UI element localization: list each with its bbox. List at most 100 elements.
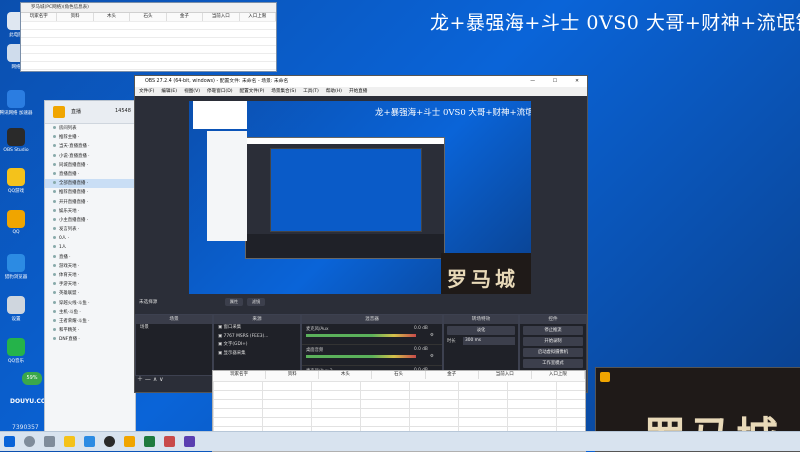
scene-item[interactable]: 场景 [136, 324, 212, 333]
column-header: 当前入口 [479, 371, 532, 379]
sidebar-item-label: 小说·直播直播 · [59, 153, 90, 159]
sidebar-header: 直播 14548 [45, 101, 135, 124]
obs-menu-item[interactable]: 视图(V) [184, 87, 200, 96]
sidebar-item[interactable]: 全部直播直播 · [45, 179, 135, 189]
sidebar-item[interactable]: 主机·斗鱼 · [45, 308, 135, 317]
sidebar-item[interactable]: 开开直播直播 · [45, 198, 135, 207]
sidebar-item[interactable]: 直播 · [45, 253, 135, 262]
obs-menu-item[interactable]: 配置文件(P) [240, 87, 265, 96]
desktop-icon[interactable]: QQ游戏 [0, 168, 34, 194]
control-button[interactable]: 停止推流 [523, 326, 583, 335]
transitions-panel-header: 转场特效 [444, 315, 518, 324]
player-info-window[interactable]: 罗马城(PC网络)(角色信息表) 玩家名字 资料 木头 石头 金子 当前入口 入口上限 [20, 2, 277, 72]
obs-menu-item[interactable]: 停靠窗口(D) [207, 87, 233, 96]
duration-label: 时长 [447, 339, 456, 344]
sidebar-item[interactable]: 0人 · [45, 234, 135, 243]
filters-button[interactable]: 滤镜 [247, 298, 265, 306]
browser-icon[interactable] [84, 436, 95, 447]
stream-banner-text: 龙+暴强海+斗士 0VS0 大哥+财神+流氓锅 [430, 12, 800, 34]
sidebar-item-label: 体育天地 · [59, 273, 80, 278]
obs-preview[interactable]: 龙+暴强海+斗士 0VS0 大哥+财神+流氓锅 罗马城 [189, 101, 531, 294]
mixer-track-level: 0.0 dB [414, 326, 428, 331]
source-item[interactable]: ▣ 显示器采集 [214, 350, 300, 359]
sidebar-item[interactable]: 房间列表 [45, 124, 135, 133]
obs-menu-item[interactable]: 文件(F) [139, 87, 154, 96]
control-button[interactable]: 工作室模式 [523, 359, 583, 368]
desktop-icon-label: QQ [12, 230, 20, 235]
desktop-icon[interactable]: 腾讯网络 加速器 [0, 90, 34, 116]
home-icon[interactable] [53, 106, 65, 118]
sidebar-item[interactable]: 推荐直播直播 · [45, 188, 135, 197]
sidebar-item[interactable]: 直播直播 · [45, 170, 135, 179]
obs-menu-item[interactable]: 编辑(E) [161, 87, 177, 96]
bullet-icon [53, 135, 56, 139]
sidebar-item[interactable]: 和平精英 · [45, 326, 135, 335]
source-item[interactable]: ▣ 7767 MSRS (FEE3)... [214, 333, 300, 342]
sidebar-item[interactable]: 推荐主播 · [45, 133, 135, 142]
control-button[interactable]: 开始录制 [523, 337, 583, 346]
sidebar-item[interactable]: 同城直播直播 · [45, 161, 135, 170]
source-label: 7767 MSRS (FEE3)... [223, 333, 269, 339]
obs-menu-item[interactable]: 开始直播 [349, 87, 367, 96]
desktop-icon[interactable]: QQ音乐 [0, 338, 34, 364]
desktop-icon[interactable]: 设置 [0, 296, 34, 322]
transition-select[interactable]: 淡化 [447, 326, 515, 335]
desktop-icon[interactable]: 猎豹浏览器 [0, 254, 34, 280]
controls-panel-header: 控件 [520, 315, 586, 324]
sidebar-item-label: 和平精英 · [59, 328, 80, 334]
sidebar-item[interactable]: 当天·直播直播 · [45, 142, 135, 151]
duration-input[interactable]: 300 ms [463, 337, 515, 345]
sidebar-item[interactable]: DNF直播 · [45, 335, 135, 344]
mixer-panel: 混音器 麦克风/Aux0.0 dB⚙桌面音频0.0 dB⚙麦克风/Aux 20.… [301, 314, 443, 387]
maximize-icon[interactable]: ☐ [553, 76, 557, 87]
file-explorer-icon[interactable] [64, 436, 75, 447]
bullet-icon [53, 208, 56, 212]
desktop-icon[interactable]: OBS Studio [0, 128, 34, 153]
start-icon[interactable] [4, 436, 15, 447]
obs-menu-item[interactable]: 工具(T) [303, 87, 319, 96]
column-header: 玩家名字 [21, 13, 58, 21]
desktop-icon[interactable]: QQ [0, 210, 34, 235]
bullet-icon [53, 217, 56, 221]
live-room-list-window[interactable]: 直播 14548 房间列表推荐主播 · 当天·直播直播 · 小说·直播直播 · 同城直… [44, 100, 136, 432]
sidebar-item[interactable]: 王者荣耀·斗鱼 · [45, 317, 135, 326]
source-item[interactable]: ▣ 文字(GDI+) [214, 341, 300, 350]
sidebar-item[interactable]: 娱乐天地 · [45, 207, 135, 216]
gear-icon[interactable]: ⚙ [430, 354, 434, 359]
sidebar-item-label: 房间列表 [59, 126, 77, 131]
sources-panel: 来源 ▣ 窗口采集 ▣ 7767 MSRS (FEE3)... ▣ 文字(GDI+)… [213, 314, 301, 376]
app2-icon[interactable] [184, 436, 195, 447]
douyu-taskbar-icon[interactable] [124, 436, 135, 447]
obs-taskbar-icon[interactable] [104, 436, 115, 447]
desktop-icon-image [7, 254, 25, 272]
sidebar-item[interactable]: 体育天地 · [45, 271, 135, 280]
obs-menu-item[interactable]: 场景集合(S) [271, 87, 296, 96]
sidebar-item[interactable]: 小主直播直播 · [45, 216, 135, 225]
app-icon[interactable] [164, 436, 175, 447]
sidebar-item[interactable]: 小说·直播直播 · [45, 152, 135, 161]
search-icon[interactable] [24, 436, 35, 447]
obs-window[interactable]: OBS 27.2.4 (64-bit, windows) - 配置文件: 未命名… [134, 75, 588, 393]
excel-icon[interactable] [144, 436, 155, 447]
transitions-panel: 转场特效 淡化 时长 300 ms [443, 314, 519, 376]
sidebar-item[interactable]: 穿越火线·斗鱼 · [45, 299, 135, 308]
close-icon[interactable]: ✕ [575, 76, 579, 87]
source-item[interactable]: ▣ 窗口采集 [214, 324, 300, 333]
sidebar-item[interactable]: 1人 [45, 243, 135, 252]
sidebar-item[interactable]: 发言列表 · [45, 225, 135, 234]
sidebar-item-label: 主机·斗鱼 · [59, 309, 81, 315]
mixer-panel-header: 混音器 [302, 315, 442, 324]
scenes-panel-header: 场景 [136, 315, 212, 324]
filters-label: 滤镜 [251, 299, 261, 304]
gear-icon[interactable]: ⚙ [430, 333, 434, 338]
control-button[interactable]: 启动虚拟摄像机 [523, 348, 583, 357]
sidebar-item[interactable]: 手游天地 · [45, 280, 135, 289]
sidebar-item[interactable]: 游戏天地 · [45, 262, 135, 271]
obs-menu-item[interactable]: 帮助(H) [326, 87, 342, 96]
tile-icon [600, 372, 610, 382]
properties-button[interactable]: 属性 [225, 298, 243, 306]
bullet-icon [53, 263, 56, 267]
minimize-icon[interactable]: — [530, 76, 535, 87]
task-view-icon[interactable] [44, 436, 55, 447]
sidebar-item[interactable]: 英雄联盟 · [45, 289, 135, 298]
